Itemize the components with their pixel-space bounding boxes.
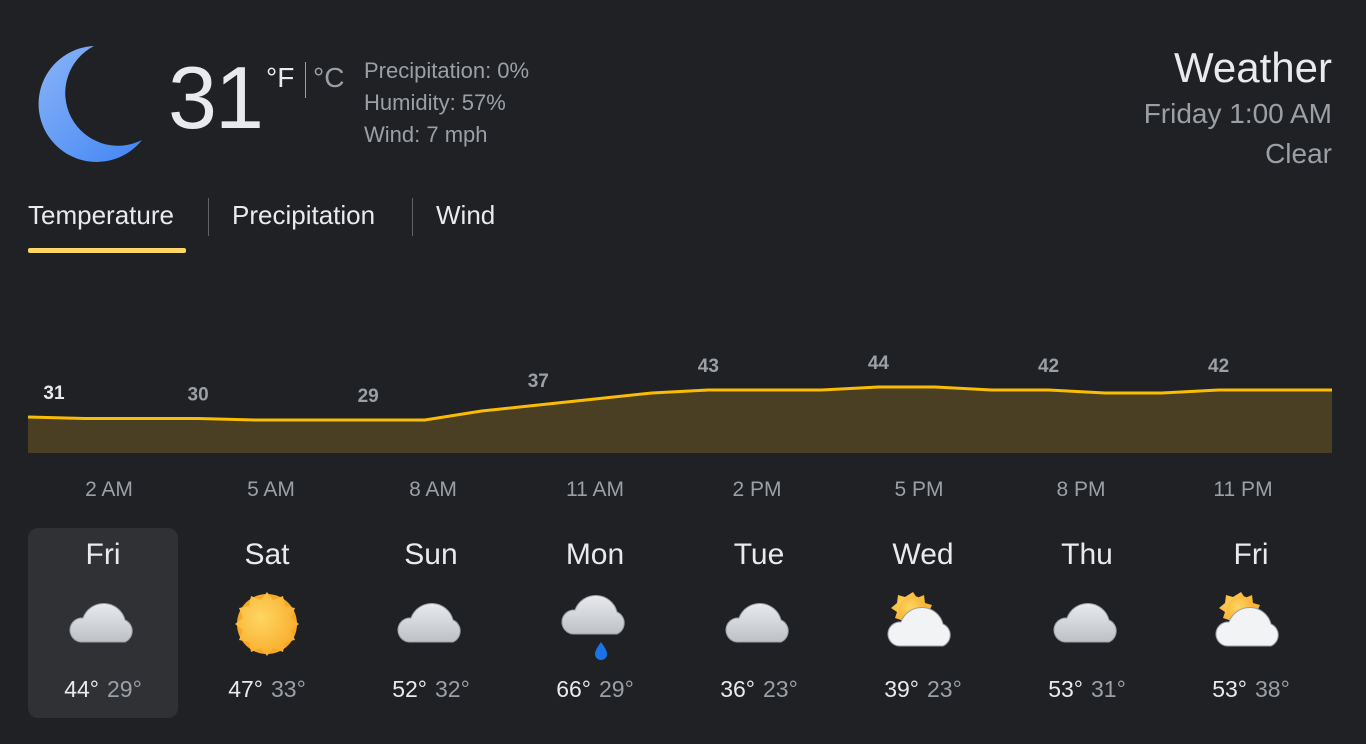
day-temps: 53° 31° [1012, 676, 1162, 703]
day-temps: 47° 33° [192, 676, 342, 703]
low-temp: 23° [927, 676, 962, 702]
tab-wind[interactable]: Wind [436, 200, 495, 254]
chart-value-label: 31 [43, 383, 65, 404]
chart-value-label: 43 [698, 356, 719, 377]
high-temp: 36° [720, 676, 755, 702]
tab-divider [208, 198, 209, 236]
time-label: 2 PM [732, 478, 782, 501]
high-temp: 47° [228, 676, 263, 702]
time-label: 2 AM [85, 478, 133, 501]
chart-value-label: 37 [528, 371, 549, 392]
low-temp: 33° [271, 676, 306, 702]
time-label: 5 PM [894, 478, 944, 501]
day-name: Tue [733, 538, 785, 571]
chart-value-label: 30 [188, 385, 209, 406]
day-temps: 66° 29° [520, 676, 670, 703]
current-temperature: 31 [168, 48, 264, 147]
time-label: 8 PM [1056, 478, 1106, 501]
day-temps: 52° 32° [356, 676, 506, 703]
current-datetime: Friday 1:00 AM [1143, 98, 1332, 129]
day-name: Sun [404, 538, 458, 571]
time-label: 11 PM [1213, 478, 1273, 501]
chart-value-label: 42 [1208, 356, 1229, 377]
precipitation-detail: Precipitation: 0% [364, 58, 530, 83]
temperature-chart[interactable]: 31 30 29 37 43 44 42 42 [0, 340, 1366, 470]
time-label: 5 AM [247, 478, 295, 501]
day-name: Fri [1233, 538, 1269, 571]
forecast-day-fri[interactable]: Fri 44° 29° [28, 528, 178, 718]
day-name: Sat [244, 538, 290, 571]
unit-divider [305, 62, 306, 98]
tab-temperature[interactable]: Temperature [28, 200, 174, 254]
day-temps: 39° 23° [848, 676, 998, 703]
widget-title: Weather [1174, 44, 1332, 91]
high-temp: 44° [64, 676, 99, 702]
forecast-day-thu[interactable]: Thu 53° 31° [1012, 528, 1162, 718]
low-temp: 38° [1255, 676, 1290, 702]
humidity-detail: Humidity: 57% [364, 90, 506, 115]
high-temp: 66° [556, 676, 591, 702]
low-temp: 29° [599, 676, 634, 702]
unit-celsius-toggle[interactable]: °C [313, 62, 344, 94]
active-tab-indicator [28, 248, 186, 253]
day-name: Fri [85, 538, 121, 571]
day-temps: 44° 29° [28, 676, 178, 703]
day-temps: 53° 38° [1176, 676, 1326, 703]
high-temp: 52° [392, 676, 427, 702]
low-temp: 23° [763, 676, 798, 702]
cloudy-icon [719, 584, 799, 664]
chart-value-label: 44 [868, 353, 890, 374]
high-temp: 53° [1212, 676, 1247, 702]
moon-icon [38, 46, 142, 162]
rain-icon [555, 584, 635, 664]
day-temps: 36° 23° [684, 676, 834, 703]
forecast-day-mon[interactable]: Mon 66° 29° [520, 528, 670, 718]
high-temp: 39° [884, 676, 919, 702]
partly-cloudy-icon [883, 584, 963, 664]
cloudy-icon [1047, 584, 1127, 664]
low-temp: 31° [1091, 676, 1126, 702]
tab-precipitation[interactable]: Precipitation [232, 200, 375, 254]
low-temp: 29° [107, 676, 142, 702]
chart-value-label: 29 [358, 386, 379, 407]
low-temp: 32° [435, 676, 470, 702]
high-temp: 53° [1048, 676, 1083, 702]
unit-fahrenheit-toggle[interactable]: °F [266, 62, 294, 94]
forecast-day-sun[interactable]: Sun 52° 32° [356, 528, 506, 718]
forecast-day-fri-next[interactable]: Fri 53° 38° [1176, 528, 1326, 718]
tab-divider [412, 198, 413, 236]
partly-cloudy-icon [1211, 584, 1291, 664]
forecast-day-sat[interactable]: Sat 47° 33° [192, 528, 342, 718]
time-label: 11 AM [566, 478, 624, 501]
current-condition: Clear [1265, 138, 1332, 169]
day-name: Thu [1061, 538, 1113, 571]
day-name: Wed [892, 538, 954, 571]
day-name: Mon [565, 538, 625, 571]
forecast-day-tue[interactable]: Tue 36° 23° [684, 528, 834, 718]
sunny-icon [227, 584, 307, 664]
cloudy-icon [391, 584, 471, 664]
forecast-day-wed[interactable]: Wed 39° 23° [848, 528, 998, 718]
wind-detail: Wind: 7 mph [364, 122, 488, 147]
chart-value-label: 42 [1038, 356, 1059, 377]
cloudy-icon [63, 584, 143, 664]
time-label: 8 AM [409, 478, 457, 501]
